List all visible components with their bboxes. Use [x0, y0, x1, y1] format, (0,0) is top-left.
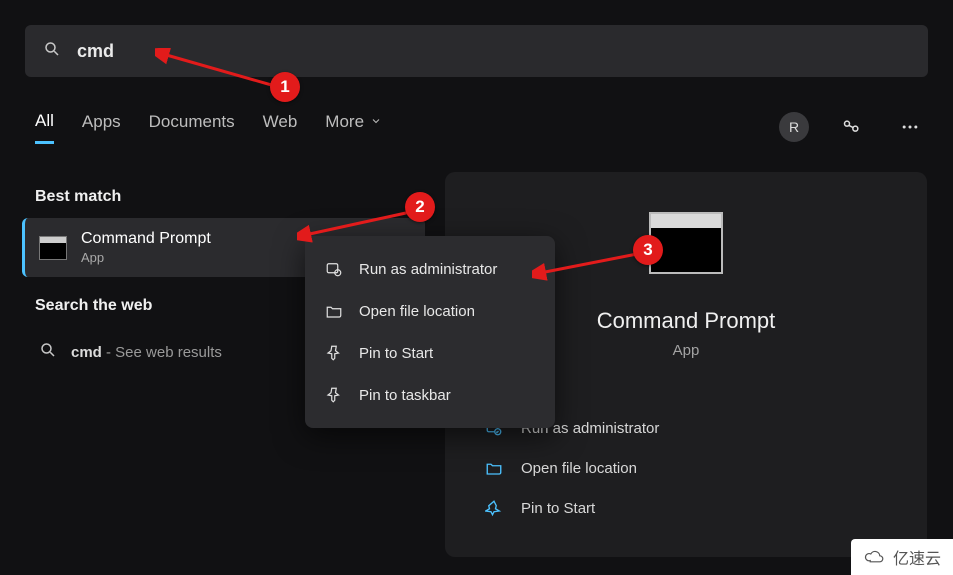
preview-title: Command Prompt — [597, 308, 776, 334]
preview-pin-to-start[interactable]: Pin to Start — [485, 499, 927, 517]
tab-web[interactable]: Web — [263, 112, 298, 142]
ctx-open-file-location[interactable]: Open file location — [305, 290, 555, 332]
watermark: 亿速云 — [851, 539, 953, 575]
tab-more-label: More — [325, 112, 364, 132]
preview-subtitle: App — [673, 342, 700, 359]
tab-documents[interactable]: Documents — [149, 112, 235, 142]
preview-pin-start-label: Pin to Start — [521, 500, 595, 517]
annotation-arrow-1 — [155, 48, 285, 98]
tab-all[interactable]: All — [35, 111, 54, 144]
ctx-run-admin-label: Run as administrator — [359, 261, 497, 278]
best-match-title: Command Prompt — [81, 230, 211, 248]
search-tabs: All Apps Documents Web More R — [35, 108, 925, 146]
annotation-badge-3: 3 — [633, 235, 663, 265]
ctx-pin-to-start[interactable]: Pin to Start — [305, 332, 555, 374]
web-result-query: cmd — [71, 344, 102, 361]
search-icon — [39, 341, 57, 363]
watermark-text: 亿速云 — [893, 545, 941, 569]
ctx-pin-start-label: Pin to Start — [359, 345, 433, 362]
share-icon[interactable] — [837, 112, 867, 142]
best-match-subtitle: App — [81, 250, 211, 265]
tab-apps[interactable]: Apps — [82, 112, 121, 142]
chevron-down-icon — [370, 112, 382, 132]
preview-open-loc-label: Open file location — [521, 460, 637, 477]
cloud-icon — [863, 548, 887, 566]
ctx-pin-to-taskbar[interactable]: Pin to taskbar — [305, 374, 555, 416]
ctx-pin-taskbar-label: Pin to taskbar — [359, 387, 451, 404]
tab-more[interactable]: More — [325, 112, 382, 142]
search-icon — [43, 40, 61, 63]
annotation-badge-1: 1 — [270, 72, 300, 102]
annotation-badge-2: 2 — [405, 192, 435, 222]
context-menu: Run as administrator Open file location … — [305, 236, 555, 428]
web-result-suffix: - See web results — [102, 344, 222, 361]
ctx-open-loc-label: Open file location — [359, 303, 475, 320]
preview-open-file-location[interactable]: Open file location — [485, 459, 927, 477]
command-prompt-icon — [39, 236, 67, 260]
ctx-run-as-administrator[interactable]: Run as administrator — [305, 248, 555, 290]
user-avatar[interactable]: R — [779, 112, 809, 142]
more-options-icon[interactable] — [895, 112, 925, 142]
